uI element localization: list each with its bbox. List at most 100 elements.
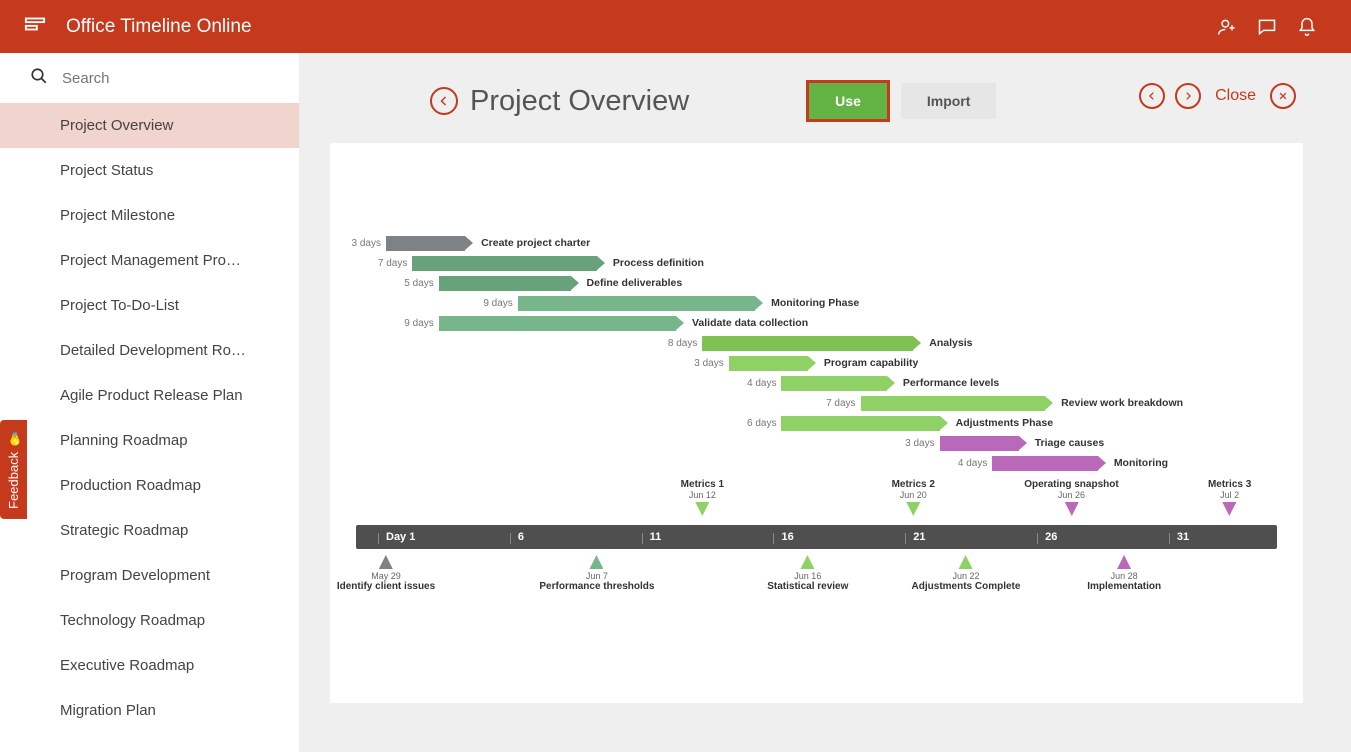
task-duration: 5 days [386,278,434,289]
task-row: 4 days Monitoring [356,453,1277,473]
sidebar-item[interactable]: Migration Plan [0,688,299,733]
task-row: 3 days Triage causes [356,433,1277,453]
task-bar[interactable] [439,316,676,331]
sidebar-item[interactable]: Detailed Development Ro… [0,328,299,373]
use-button[interactable]: Use [809,83,887,119]
task-bar[interactable] [781,376,886,391]
task-bar[interactable] [439,276,571,291]
task-row: 3 daysCreate project charter [356,233,1277,253]
milestone-bottom[interactable]: Jun 7Performance thresholds [539,553,654,592]
milestone-top[interactable]: Metrics 3Jul 2 [1208,479,1251,518]
task-duration: 4 days [728,378,776,389]
timeline-axis: Day 161116212631 [356,525,1277,549]
chat-icon[interactable] [1247,7,1287,47]
task-bar[interactable] [861,396,1046,411]
milestone-bottom[interactable]: Jun 16Statistical review [767,553,848,592]
app-logo-icon [24,13,46,40]
task-label: Adjustments Phase [956,417,1053,429]
task-label: Monitoring [1114,457,1168,469]
task-label: Program capability [824,357,919,369]
task-duration: 4 days [939,458,987,469]
task-row: 7 daysReview work breakdown [356,393,1277,413]
task-bar[interactable] [781,416,939,431]
axis-tick: 21 [913,531,925,543]
milestone-top[interactable]: Operating snapshotJun 26 [1024,479,1118,518]
task-row: 9 days Monitoring Phase [356,293,1277,313]
sidebar-item[interactable]: Technology Roadmap [0,598,299,643]
sidebar-list: Project OverviewProject StatusProject Mi… [0,103,299,752]
task-bar[interactable] [702,336,913,351]
search-row [0,53,299,103]
feedback-label: Feedback [6,452,21,509]
sidebar-item[interactable]: Program Development [0,553,299,598]
milestone-bottom[interactable]: May 29Identify client issues [337,553,435,592]
task-row: 5 days Define deliverables [356,273,1277,293]
task-bar[interactable] [729,356,808,371]
axis-tick: 16 [781,531,793,543]
task-row: 8 days Analysis [356,333,1277,353]
lightbulb-icon: 💡 [6,430,21,446]
task-label: Triage causes [1035,437,1104,449]
task-duration: 9 days [465,298,513,309]
close-button[interactable] [1270,83,1296,109]
task-label: Validate data collection [692,317,808,329]
axis-tick: 11 [650,531,662,543]
sidebar-item[interactable]: Production Roadmap [0,463,299,508]
axis-tick: 26 [1045,531,1057,543]
task-row: 4 days Performance levels [356,373,1277,393]
axis-tick: Day 1 [386,531,415,543]
app-title: Office Timeline Online [66,16,252,38]
prev-button[interactable] [1139,83,1165,109]
sidebar-item[interactable]: Project Milestone [0,193,299,238]
close-label[interactable]: Close [1215,87,1256,105]
task-label: Monitoring Phase [771,297,859,309]
sidebar-item[interactable]: Project To-Do-List [0,283,299,328]
back-button[interactable] [430,87,458,115]
sidebar-item[interactable]: Project Overview [0,103,299,148]
task-label: Define deliverables [587,277,683,289]
milestone-bottom[interactable]: Jun 22Adjustments Complete [912,553,1021,592]
task-duration: 3 days [887,438,935,449]
task-row: 6 days Adjustments Phase [356,413,1277,433]
toolbar: Project Overview Use Import [430,83,1203,119]
sidebar: Project OverviewProject StatusProject Mi… [0,53,300,752]
milestone-top[interactable]: Metrics 2Jun 20 [892,479,935,518]
add-user-icon[interactable] [1207,7,1247,47]
task-bar[interactable] [992,456,1097,471]
main-area: Project Overview Use Import Close 3 days… [300,53,1351,752]
feedback-tab[interactable]: Feedback 💡 [0,420,27,519]
sidebar-item[interactable]: Planning Roadmap [0,418,299,463]
task-bar[interactable] [518,296,755,311]
task-label: Analysis [929,337,972,349]
sidebar-item[interactable]: Project Management Pro… [0,238,299,283]
task-row: 7 days Process definition [356,253,1277,273]
task-bar[interactable] [940,436,1019,451]
milestone-top[interactable]: Metrics 1Jun 12 [681,479,724,518]
sidebar-item[interactable]: Project Status [0,148,299,193]
task-duration: 7 days [359,258,407,269]
import-button[interactable]: Import [901,83,997,119]
axis-tick: 31 [1177,531,1189,543]
task-label: Performance levels [903,377,999,389]
sidebar-item[interactable]: Agile Product Release Plan [0,373,299,418]
task-row: 9 days Validate data collection [356,313,1277,333]
sidebar-item[interactable]: Strategic Roadmap [0,508,299,553]
task-duration: 8 days [649,338,697,349]
timeline-canvas: 3 daysCreate project charter7 daysProces… [330,143,1303,703]
task-bar[interactable] [386,236,465,251]
sidebar-item[interactable]: Executive Roadmap [0,643,299,688]
task-duration: 9 days [386,318,434,329]
task-label: Create project charter [481,237,590,249]
task-bar[interactable] [412,256,597,271]
bell-icon[interactable] [1287,7,1327,47]
task-row: 3 daysProgram capability [356,353,1277,373]
task-label: Process definition [613,257,704,269]
nav-group: Close [1139,83,1296,109]
app-header: Office Timeline Online [0,0,1351,53]
search-input[interactable] [62,70,269,87]
search-icon [30,67,48,90]
task-duration: 6 days [728,418,776,429]
task-label: Review work breakdown [1061,397,1183,409]
next-button[interactable] [1175,83,1201,109]
milestone-bottom[interactable]: Jun 28Implementation [1087,553,1161,592]
